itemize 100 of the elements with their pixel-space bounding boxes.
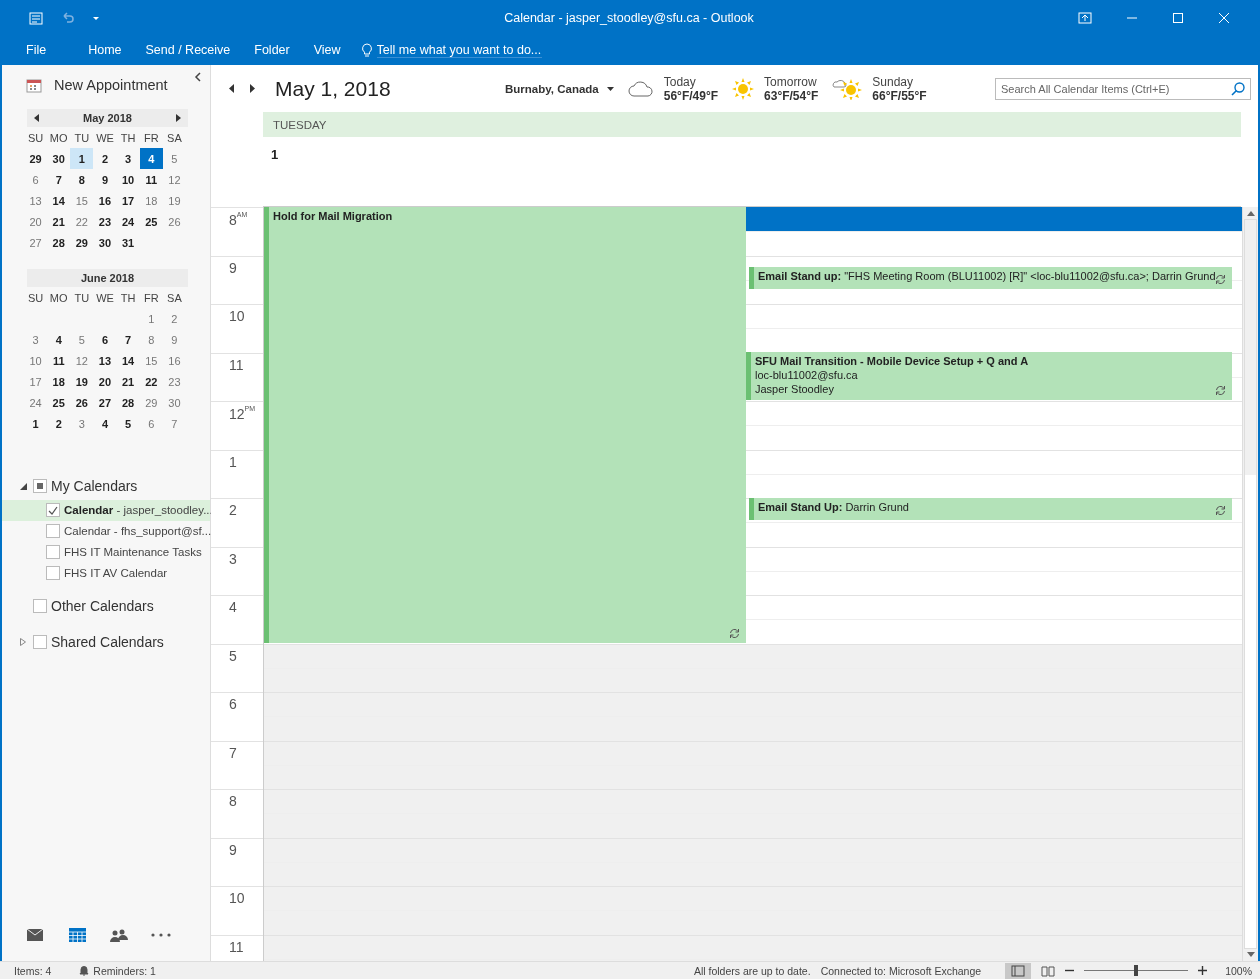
calendar-day[interactable]: 18 [47, 371, 71, 392]
previous-month-icon[interactable] [34, 114, 40, 122]
calendar-day[interactable]: 11 [47, 350, 71, 371]
calendar-day[interactable]: 28 [116, 392, 140, 413]
calendar-day[interactable]: 11 [139, 169, 163, 190]
calendar-day[interactable]: 6 [24, 169, 48, 190]
calendar-day[interactable]: 21 [47, 211, 71, 232]
calendar-day[interactable]: 6 [139, 413, 163, 434]
checkbox[interactable] [46, 503, 60, 517]
calendar-day[interactable]: 1 [70, 148, 94, 169]
calendar-day[interactable]: 30 [93, 232, 117, 253]
tell-me-field[interactable]: Tell me what you want to do... [376, 42, 542, 58]
calendar-day[interactable]: 5 [70, 329, 94, 350]
calendar-day[interactable]: 26 [162, 211, 186, 232]
calendar-day[interactable]: 10 [24, 350, 48, 371]
calendar-day[interactable]: 19 [162, 190, 186, 211]
ribbon-tab[interactable]: Folder [242, 39, 302, 61]
close-icon[interactable] [1218, 11, 1230, 24]
calendar-day[interactable]: 3 [70, 413, 94, 434]
ribbon-display-icon[interactable] [1078, 11, 1092, 24]
calendar-group-label[interactable]: Other Calendars [51, 598, 154, 614]
calendar-day[interactable]: 15 [70, 190, 94, 211]
calendar-day[interactable]: 18 [139, 190, 163, 211]
scroll-up-icon[interactable] [1246, 211, 1255, 216]
calendar-day[interactable]: 7 [162, 413, 186, 434]
calendar-day[interactable]: 17 [116, 190, 140, 211]
collapse-icon[interactable] [194, 72, 202, 82]
scrollbar[interactable] [1242, 207, 1258, 961]
calendar-day[interactable]: 12 [162, 169, 186, 190]
appointment[interactable]: SFU Mail Transition - Mobile Device Setup + Q and A loc-blu11002@sfu.ca Jasper Stoodley [746, 352, 1232, 400]
calendar-day[interactable]: 5 [162, 148, 186, 169]
calendar-day[interactable]: 23 [162, 371, 186, 392]
calendar-day[interactable]: 4 [93, 413, 117, 434]
checkbox[interactable] [33, 599, 47, 613]
calendar-day[interactable]: 2 [162, 308, 186, 329]
calendar-day[interactable]: 9 [93, 169, 117, 190]
location-dropdown[interactable]: Burnaby, Canada [505, 82, 614, 95]
checkbox[interactable] [46, 524, 60, 538]
normal-view-icon[interactable] [1005, 962, 1032, 979]
calendar-day[interactable]: 20 [93, 371, 117, 392]
calendar-item[interactable]: Calendar - jasper_stoodley... [2, 500, 210, 521]
calendar-day[interactable]: 3 [116, 148, 140, 169]
zoom-in-icon[interactable] [1198, 966, 1208, 975]
calendar-day[interactable]: 4 [47, 329, 71, 350]
appointment[interactable]: Hold for Mail Migration [264, 207, 746, 643]
reading-view-icon[interactable] [1041, 964, 1056, 977]
calendar-day[interactable]: 23 [93, 211, 117, 232]
calendar-day[interactable]: 19 [70, 371, 94, 392]
search-field[interactable]: Search All Calendar Items (Ctrl+E) [995, 77, 1251, 100]
calendar-day[interactable]: 2 [93, 148, 117, 169]
ribbon-tab[interactable]: File [14, 39, 77, 61]
calendar-day[interactable]: 14 [47, 190, 71, 211]
calendar-day[interactable]: 5 [116, 413, 140, 434]
next-month-icon[interactable] [175, 114, 181, 122]
calendar-day[interactable]: 29 [139, 392, 163, 413]
calendar-day[interactable]: 1 [24, 413, 48, 434]
calendar-day[interactable]: 15 [139, 350, 163, 371]
calendar-day[interactable]: 27 [93, 392, 117, 413]
calendar-day[interactable]: 22 [139, 371, 163, 392]
calendar-day[interactable]: 26 [70, 392, 94, 413]
calendar-day[interactable]: 22 [70, 211, 94, 232]
calendar-day[interactable]: 30 [47, 148, 71, 169]
calendar-day[interactable]: 8 [70, 169, 94, 190]
calendar-day[interactable]: 13 [24, 190, 48, 211]
calendar-day[interactable]: 12 [70, 350, 94, 371]
calendar-day[interactable]: 4 [139, 148, 163, 169]
checkbox[interactable] [46, 545, 60, 559]
calendar-item[interactable]: FHS IT AV Calendar [2, 563, 210, 584]
calendar-day[interactable]: 24 [24, 392, 48, 413]
scroll-down-icon[interactable] [1246, 952, 1255, 957]
calendar-day[interactable]: 25 [47, 392, 71, 413]
calendar-day[interactable]: 6 [93, 329, 117, 350]
expand-arrow-icon[interactable] [20, 638, 26, 646]
send-receive-icon[interactable] [28, 9, 44, 26]
calendar-day[interactable]: 7 [116, 329, 140, 350]
calendar-group-label[interactable]: Shared Calendars [51, 634, 164, 650]
calendar-day[interactable]: 27 [24, 232, 48, 253]
next-day-icon[interactable] [249, 84, 255, 93]
checkbox[interactable] [46, 566, 60, 580]
calendar-day[interactable]: 30 [162, 392, 186, 413]
calendar-day[interactable]: 2 [47, 413, 71, 434]
calendar-day[interactable]: 25 [139, 211, 163, 232]
calendar-day[interactable]: 21 [116, 371, 140, 392]
search-icon[interactable] [1231, 81, 1245, 96]
calendar-day[interactable]: 13 [93, 350, 117, 371]
calendar-day[interactable]: 28 [47, 232, 71, 253]
collapse-arrow-icon[interactable] [20, 482, 27, 490]
checkbox[interactable] [33, 479, 47, 493]
calendar-day[interactable]: 24 [116, 211, 140, 232]
calendar-day[interactable]: 31 [116, 232, 140, 253]
maximize-icon[interactable] [1172, 11, 1184, 24]
appointment[interactable]: Email Stand Up: Darrin Grund [749, 498, 1232, 520]
calendar-item[interactable]: FHS IT Maintenance Tasks [2, 542, 210, 563]
appointment[interactable]: Email Stand up: "FHS Meeting Room (BLU11002) [R]" <loc-blu11002@sfu.ca>; Darrin Grund [749, 267, 1232, 289]
calendar-day[interactable]: 10 [116, 169, 140, 190]
calendar-day[interactable]: 29 [70, 232, 94, 253]
calendar-day[interactable]: 16 [93, 190, 117, 211]
new-appointment-button[interactable]: New Appointment [26, 77, 168, 93]
ribbon-tab[interactable]: View [301, 39, 353, 61]
calendar-day[interactable]: 20 [24, 211, 48, 232]
